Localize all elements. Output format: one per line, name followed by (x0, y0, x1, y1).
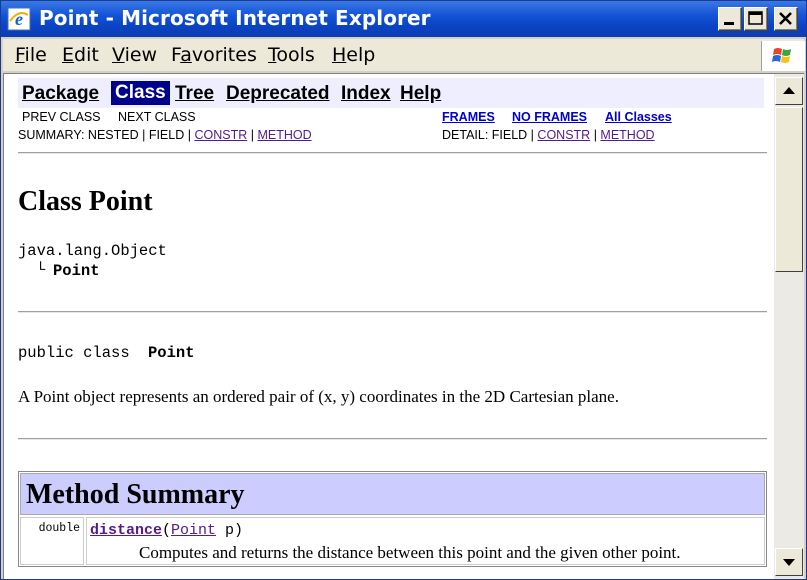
divider (18, 311, 767, 313)
summary-method-link[interactable]: METHOD (257, 128, 311, 142)
top-navbar: Package Class Tree Deprecated Index Help (18, 78, 764, 108)
menu-help[interactable]: Help (332, 44, 375, 66)
method-description: Computes and returns the distance betwee… (139, 543, 681, 562)
detail-method-link[interactable]: METHOD (600, 128, 654, 142)
title-bar[interactable]: e Point - Microsoft Internet Explorer (1, 1, 806, 37)
menu-bar: File Edit View Favorites Tools Help (3, 39, 805, 71)
nav-class-current: Class (111, 81, 170, 105)
menu-file[interactable]: File (15, 44, 47, 66)
hierarchy-branch-icon: └ (36, 261, 46, 279)
all-classes-link[interactable]: All Classes (605, 110, 672, 124)
nav-tree-link[interactable]: Tree (175, 83, 214, 105)
detail-sep: | (593, 128, 597, 142)
method-param-rest: p) (216, 522, 244, 539)
menu-favorites[interactable]: Favorites (171, 44, 257, 66)
no-frames-link[interactable]: NO FRAMES (512, 110, 587, 124)
class-description: A Point object represents an ordered pai… (18, 387, 619, 406)
next-class-label: NEXT CLASS (118, 110, 196, 124)
method-summary-header: Method Summary (20, 473, 765, 515)
hierarchy-child: Point (53, 262, 100, 280)
summary-constr-link[interactable]: CONSTR (194, 128, 247, 142)
window-title: Point - Microsoft Internet Explorer (39, 6, 431, 30)
hierarchy-root: java.lang.Object (18, 242, 167, 260)
arrow-up-icon (783, 87, 795, 94)
windows-flag-icon (772, 48, 791, 63)
windows-logo (761, 41, 805, 71)
menu-edit[interactable]: Edit (62, 44, 99, 66)
minimize-icon (724, 22, 734, 25)
method-open-paren: ( (162, 522, 172, 539)
table-row-type-cell: double (20, 517, 84, 565)
method-return-type: double (38, 522, 80, 535)
nav-help-link[interactable]: Help (400, 83, 441, 105)
menu-view[interactable]: View (112, 44, 157, 66)
prev-class-label: PREV CLASS (22, 110, 101, 124)
nav-index-link[interactable]: Index (341, 83, 391, 105)
param-type-point-link[interactable]: Point (171, 522, 216, 539)
method-distance-link[interactable]: distance (90, 522, 162, 539)
minimize-button[interactable] (718, 7, 742, 31)
frames-link[interactable]: FRAMES (442, 110, 495, 124)
internet-explorer-icon: e (7, 7, 31, 31)
page-title: Class Point (18, 186, 153, 217)
detail-label: DETAIL: FIELD | (442, 128, 534, 142)
method-summary-table: Method Summary double distance(Point p) … (18, 471, 767, 567)
summary-sep: | (250, 128, 254, 142)
scroll-down-button[interactable] (775, 548, 803, 576)
close-button[interactable] (774, 7, 798, 31)
method-summary-title: Method Summary (26, 479, 245, 510)
maximize-icon (748, 11, 763, 25)
close-icon (779, 12, 792, 25)
method-signature: distance(Point p) (90, 522, 243, 539)
maximize-button[interactable] (744, 7, 768, 31)
arrow-down-icon (783, 559, 795, 566)
nav-deprecated-link[interactable]: Deprecated (226, 83, 330, 105)
table-row: distance(Point p) Computes and returns t… (86, 517, 765, 565)
page-content: Package Class Tree Deprecated Index Help… (3, 73, 774, 579)
summary-nav: SUMMARY: NESTED | FIELD | CONSTR | METHO… (18, 128, 312, 142)
menu-tools[interactable]: Tools (268, 44, 315, 66)
scrollbar-thumb[interactable] (775, 107, 803, 272)
scroll-up-button[interactable] (775, 77, 803, 105)
declaration-name: Point (148, 344, 195, 362)
detail-constr-link[interactable]: CONSTR (537, 128, 590, 142)
detail-nav: DETAIL: FIELD | CONSTR | METHOD (442, 128, 655, 142)
summary-label: SUMMARY: NESTED | FIELD | (18, 128, 191, 142)
divider (18, 438, 767, 440)
vertical-scrollbar[interactable] (774, 73, 804, 579)
divider (18, 152, 767, 154)
declaration-prefix: public class (18, 344, 130, 362)
browser-window: e Point - Microsoft Internet Explorer Fi… (0, 0, 807, 580)
nav-package-link[interactable]: Package (22, 83, 99, 105)
